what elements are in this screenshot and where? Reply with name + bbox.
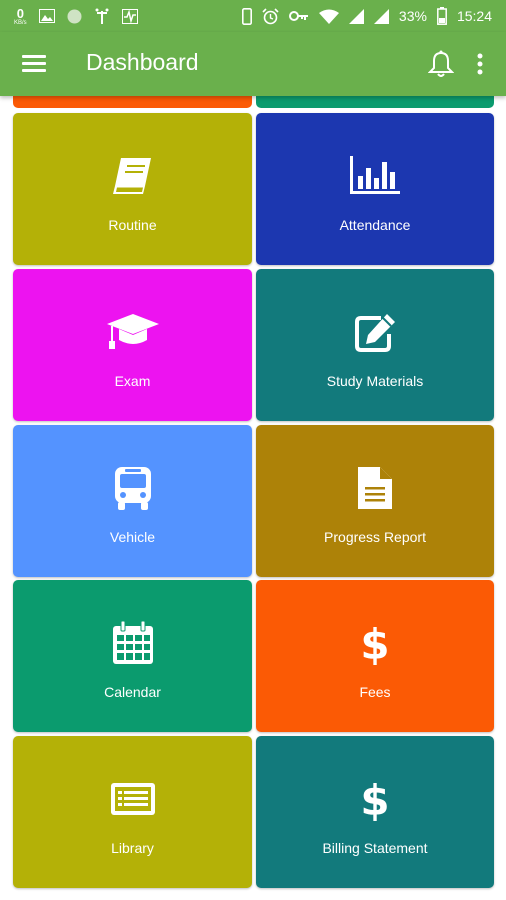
network-speed: 0 KB/s	[14, 7, 27, 26]
network-speed-unit: KB/s	[14, 19, 27, 26]
dollar-icon: $	[256, 774, 494, 824]
app-bar: Dashboard	[0, 32, 506, 96]
battery-percent: 33%	[398, 8, 427, 24]
notification-bell-icon[interactable]	[427, 50, 455, 78]
more-options-icon[interactable]	[470, 50, 490, 78]
clock-time: 15:24	[456, 8, 492, 24]
status-bar: 0 KB/s 33% 15:24	[0, 0, 506, 32]
bar-chart-icon	[256, 151, 494, 201]
svg-text:$: $	[360, 776, 389, 823]
dollar-icon: $	[256, 618, 494, 668]
tile-label: Fees	[359, 684, 391, 700]
calendar-icon	[13, 618, 252, 668]
wifi-icon	[318, 9, 339, 24]
tile-routine[interactable]: Routine	[13, 113, 252, 265]
tile-billing-statement[interactable]: $ Billing Statement	[256, 736, 494, 888]
tile-fees[interactable]: $ Fees	[256, 580, 494, 732]
hamburger-menu-icon[interactable]	[22, 52, 46, 76]
partial-tile-top-left[interactable]	[13, 96, 252, 108]
edit-icon	[256, 307, 494, 357]
tile-label: Library	[111, 840, 154, 856]
tile-exam[interactable]: Exam	[13, 269, 252, 421]
network-speed-value: 0	[16, 5, 24, 21]
tile-label: Exam	[114, 373, 151, 389]
bus-icon	[13, 463, 252, 513]
tile-label: Calendar	[104, 684, 161, 700]
battery-icon	[437, 7, 447, 25]
image-icon	[38, 9, 55, 23]
tile-calendar[interactable]: Calendar	[13, 580, 252, 732]
id-card-icon	[13, 774, 252, 824]
svg-text:$: $	[360, 620, 389, 667]
tile-attendance[interactable]: Attendance	[256, 113, 494, 265]
document-icon	[256, 463, 494, 513]
key-icon	[288, 10, 309, 22]
page-title: Dashboard	[86, 49, 199, 75]
tile-label: Study Materials	[326, 373, 424, 389]
dashboard-grid: Routine Attendance Exam Study Materials …	[0, 0, 506, 900]
tile-vehicle[interactable]: Vehicle	[13, 425, 252, 577]
cell-signal-icon	[373, 8, 389, 24]
tile-study-materials[interactable]: Study Materials	[256, 269, 494, 421]
activity-monitor-icon	[121, 8, 138, 24]
circle-icon	[67, 9, 82, 24]
tile-label: Progress Report	[324, 529, 426, 545]
tile-label: Routine	[108, 217, 157, 233]
book-icon	[13, 151, 252, 201]
tile-progress-report[interactable]: Progress Report	[256, 425, 494, 577]
tile-label: Vehicle	[109, 529, 156, 545]
cell-signal-icon	[348, 8, 364, 24]
signal-tower-icon	[94, 8, 110, 24]
tile-label: Billing Statement	[322, 840, 428, 856]
graduation-cap-icon	[13, 307, 252, 357]
partial-tile-top-right[interactable]	[256, 96, 494, 108]
alarm-icon	[262, 7, 279, 25]
tile-library[interactable]: Library	[13, 736, 252, 888]
tile-label: Attendance	[339, 217, 411, 233]
phone-icon	[241, 7, 252, 25]
